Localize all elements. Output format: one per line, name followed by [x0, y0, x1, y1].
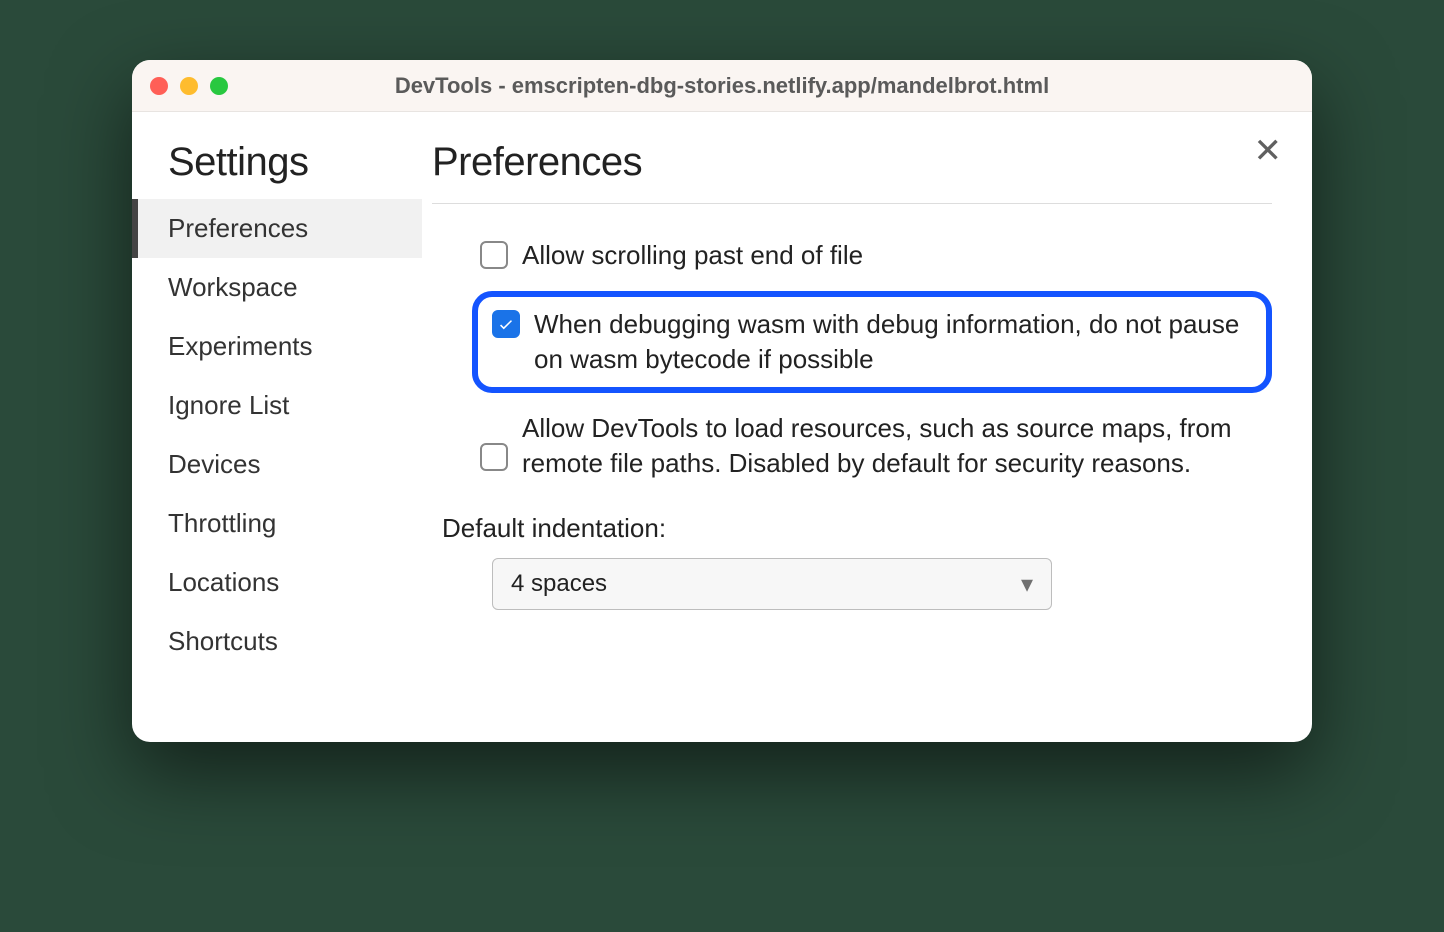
sidebar-item-throttling[interactable]: Throttling — [132, 494, 422, 553]
settings-sidebar: Settings Preferences Workspace Experimen… — [132, 112, 422, 742]
sidebar-item-locations[interactable]: Locations — [132, 553, 422, 612]
option-label: When debugging wasm with debug informati… — [534, 307, 1252, 377]
window-close-button[interactable] — [150, 77, 168, 95]
window-title: DevTools - emscripten-dbg-stories.netlif… — [132, 73, 1312, 99]
devtools-window: DevTools - emscripten-dbg-stories.netlif… — [132, 60, 1312, 742]
default-indentation-label: Default indentation: — [442, 513, 1272, 544]
window-minimize-button[interactable] — [180, 77, 198, 95]
chevron-down-icon: ▾ — [1021, 570, 1033, 599]
titlebar: DevTools - emscripten-dbg-stories.netlif… — [132, 60, 1312, 112]
traffic-lights — [150, 77, 228, 95]
preferences-panel: Preferences Allow scrolling past end of … — [422, 112, 1312, 742]
checkbox-wasm-no-pause-bytecode[interactable] — [492, 310, 520, 338]
content-area: ✕ Settings Preferences Workspace Experim… — [132, 112, 1312, 742]
close-icon[interactable]: ✕ — [1254, 134, 1283, 168]
option-allow-remote-file-resources: Allow DevTools to load resources, such a… — [472, 405, 1272, 487]
checkbox-allow-remote-file-resources[interactable] — [480, 443, 508, 471]
checkbox-allow-scroll-past-eof[interactable] — [480, 241, 508, 269]
option-label: Allow scrolling past end of file — [522, 238, 863, 273]
default-indentation-select[interactable]: 4 spaces ▾ — [492, 558, 1052, 610]
option-wasm-no-pause-bytecode: When debugging wasm with debug informati… — [472, 291, 1272, 393]
option-label: Allow DevTools to load resources, such a… — [522, 411, 1264, 481]
window-zoom-button[interactable] — [210, 77, 228, 95]
sidebar-title: Settings — [132, 140, 422, 199]
select-value: 4 spaces — [511, 570, 607, 598]
sidebar-item-ignore-list[interactable]: Ignore List — [132, 376, 422, 435]
sidebar-item-devices[interactable]: Devices — [132, 435, 422, 494]
sidebar-item-workspace[interactable]: Workspace — [132, 258, 422, 317]
check-icon — [497, 315, 515, 333]
sidebar-item-shortcuts[interactable]: Shortcuts — [132, 612, 422, 671]
sidebar-item-preferences[interactable]: Preferences — [132, 199, 422, 258]
option-allow-scroll-past-eof: Allow scrolling past end of file — [472, 232, 1272, 279]
sidebar-item-experiments[interactable]: Experiments — [132, 317, 422, 376]
panel-title: Preferences — [432, 140, 1272, 204]
